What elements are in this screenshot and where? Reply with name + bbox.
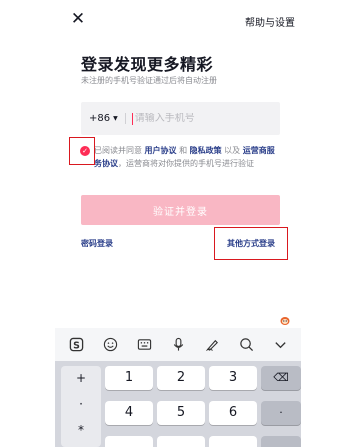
key-row3-3[interactable]: [209, 436, 257, 447]
emoji-icon[interactable]: [101, 336, 119, 354]
country-code-selector[interactable]: +86 ▼: [89, 113, 118, 124]
key-1[interactable]: 1: [105, 366, 153, 390]
privacy-policy-link[interactable]: 隐私政策: [190, 146, 222, 155]
key-3[interactable]: 3: [209, 366, 257, 390]
keyboard-toolbar: S: [55, 328, 301, 361]
phone-input[interactable]: [134, 113, 265, 124]
highlight-box-other-login: [214, 227, 288, 260]
caret-down-icon: ▼: [113, 115, 118, 122]
dot-key[interactable]: ·: [261, 401, 301, 425]
key-row3-1[interactable]: [105, 436, 153, 447]
agreement-and: 和: [176, 146, 190, 155]
svg-text:S: S: [73, 340, 80, 351]
keyboard: S + · * 1 2 3 ⌫ 4 5 6 ·: [55, 328, 301, 447]
search-icon[interactable]: [237, 336, 255, 354]
key-row3-func[interactable]: [261, 436, 301, 447]
dot-side-key[interactable]: ·: [61, 392, 101, 416]
agreement-and2: 以及: [221, 146, 243, 155]
text-cursor: [131, 112, 133, 125]
divider: [124, 113, 126, 124]
help-settings-link[interactable]: 帮助与设置: [245, 14, 295, 29]
key-4[interactable]: 4: [105, 401, 153, 425]
key-5[interactable]: 5: [157, 401, 205, 425]
password-login-link[interactable]: 密码登录: [81, 238, 113, 249]
agreement-suffix: ，运营商将对你提供的手机号进行验证: [118, 159, 254, 168]
phone-input-container[interactable]: +86 ▼: [81, 102, 280, 135]
keyboard-icon[interactable]: [135, 336, 153, 354]
mic-icon[interactable]: [169, 336, 187, 354]
verify-login-button[interactable]: 验证并登录: [81, 195, 280, 225]
asterisk-key[interactable]: *: [61, 418, 101, 442]
collapse-icon[interactable]: [271, 336, 289, 354]
key-2[interactable]: 2: [157, 366, 205, 390]
symbol-column[interactable]: + · *: [61, 366, 101, 447]
country-code-label: +86: [89, 113, 111, 124]
key-row3-2[interactable]: [157, 436, 205, 447]
key-6[interactable]: 6: [209, 401, 257, 425]
handwrite-icon[interactable]: [203, 336, 221, 354]
close-icon[interactable]: ✕: [69, 10, 87, 28]
highlight-box-checkbox: [69, 137, 95, 165]
agreement-text: 已阅读并同意 用户协议 和 隐私政策 以及 运营商服务协议，运营商将对你提供的手…: [94, 144, 280, 170]
backspace-icon[interactable]: ⌫: [261, 366, 301, 390]
plus-key[interactable]: +: [61, 366, 101, 390]
page-title: 登录发现更多精彩: [81, 55, 214, 74]
agreement-prefix: 已阅读并同意: [94, 146, 145, 155]
sogou-icon[interactable]: S: [67, 336, 85, 354]
user-agreement-link[interactable]: 用户协议: [145, 146, 177, 155]
keypad: + · * 1 2 3 ⌫ 4 5 6 ·: [61, 366, 301, 447]
emoji-face-icon[interactable]: [280, 316, 290, 325]
page-subtitle: 未注册的手机号验证通过后将自动注册: [81, 76, 217, 85]
